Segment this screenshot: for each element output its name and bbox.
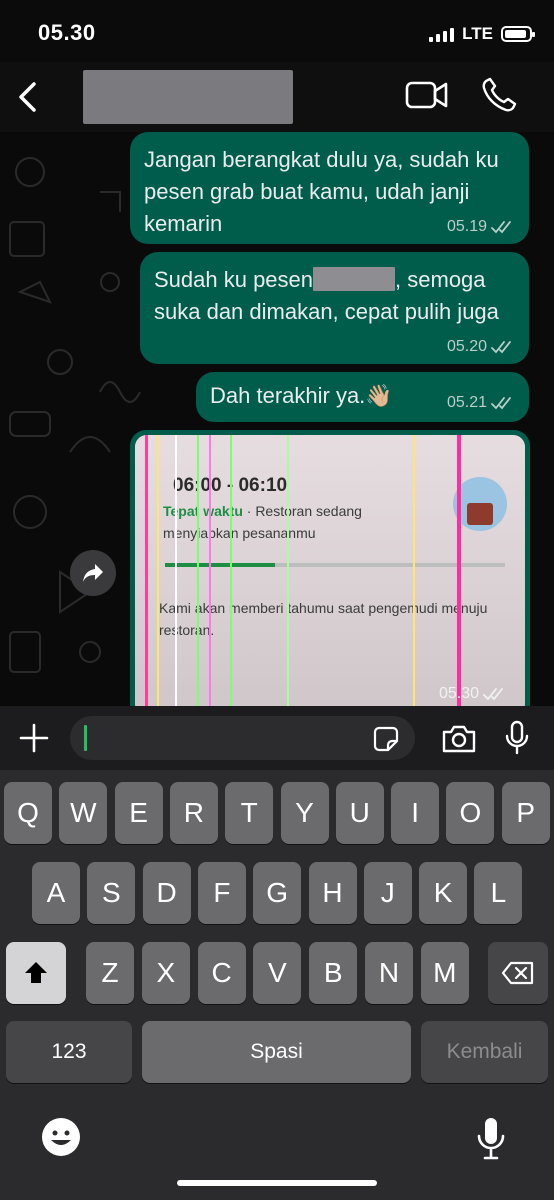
key-b[interactable]: B: [309, 942, 358, 1004]
double-check-icon: [491, 397, 511, 410]
message-text: Sudah ku pesen, semoga suka dan dimakan,…: [154, 267, 499, 324]
photo-attachment[interactable]: 06:00 - 06:10 Tepat waktu · Restoran sed…: [135, 435, 525, 706]
message-time: 05.20: [446, 338, 487, 355]
backspace-key[interactable]: [488, 942, 548, 1004]
message-bubble-outgoing[interactable]: Dah terakhir ya.👋🏼 05.21: [196, 372, 529, 422]
space-key[interactable]: Spasi: [142, 1021, 411, 1083]
network-label: LTE: [462, 24, 493, 43]
phone-icon[interactable]: [480, 76, 518, 114]
microphone-icon[interactable]: [476, 1116, 506, 1162]
text-cursor: [84, 725, 87, 751]
key-r[interactable]: R: [169, 782, 218, 844]
video-camera-icon[interactable]: [404, 78, 450, 112]
message-bubble-outgoing[interactable]: Jangan berangkat dulu ya, sudah ku pesen…: [130, 132, 529, 244]
key-j[interactable]: J: [363, 862, 412, 924]
shift-key[interactable]: [6, 942, 66, 1004]
key-t[interactable]: T: [225, 782, 274, 844]
key-p[interactable]: P: [501, 782, 550, 844]
message-time: 05.19: [446, 218, 487, 235]
key-n[interactable]: N: [365, 942, 413, 1004]
key-y[interactable]: Y: [280, 782, 329, 844]
battery-icon: [501, 26, 535, 42]
message-input[interactable]: [70, 716, 415, 760]
key-o[interactable]: O: [446, 782, 495, 844]
progress-track: [165, 563, 505, 567]
contact-name-redacted[interactable]: [83, 70, 293, 124]
plus-icon[interactable]: [16, 720, 52, 756]
double-check-icon: [483, 688, 503, 701]
signal-icon: [429, 26, 455, 42]
key-v[interactable]: V: [253, 942, 302, 1004]
key-k[interactable]: K: [419, 862, 468, 924]
message-time: 05.30: [438, 685, 479, 702]
chat-area[interactable]: Jangan berangkat dulu ya, sudah ku pesen…: [0, 132, 554, 706]
key-l[interactable]: L: [474, 862, 523, 924]
key-f[interactable]: F: [197, 862, 246, 924]
key-a[interactable]: A: [32, 862, 80, 924]
key-d[interactable]: D: [142, 862, 191, 924]
key-x[interactable]: X: [141, 942, 190, 1004]
key-g[interactable]: G: [253, 862, 302, 924]
double-check-icon: [491, 221, 511, 234]
message-time: 05.21: [446, 394, 487, 411]
status-time: 05.30: [38, 20, 96, 45]
return-key[interactable]: Kembali: [421, 1021, 548, 1083]
forward-arrow-icon[interactable]: [70, 550, 116, 596]
photo-status: Tepat waktu · Restoran sedang: [163, 503, 362, 519]
message-input-bar: [0, 706, 554, 770]
key-h[interactable]: H: [308, 862, 357, 924]
keyboard: 123 Spasi Kembali QWERTYUIOP ASDFGHJKL ZXC…: [0, 770, 554, 1200]
status-bar: 05.30 LTE: [0, 0, 554, 62]
numbers-key[interactable]: 123: [6, 1021, 132, 1083]
key-i[interactable]: I: [391, 782, 440, 844]
key-w[interactable]: W: [59, 782, 108, 844]
chevron-left-icon[interactable]: [10, 76, 50, 118]
key-q[interactable]: Q: [4, 782, 52, 844]
sticker-icon[interactable]: [373, 726, 399, 752]
key-u[interactable]: U: [335, 782, 384, 844]
photo-status-detail: menyiapkan pesananmu: [163, 525, 316, 541]
key-c[interactable]: C: [197, 942, 246, 1004]
key-e[interactable]: E: [114, 782, 163, 844]
camera-icon[interactable]: [441, 724, 477, 754]
double-check-icon: [491, 341, 511, 354]
key-s[interactable]: S: [87, 862, 136, 924]
microphone-icon[interactable]: [503, 720, 531, 756]
image-message-bubble[interactable]: 06:00 - 06:10 Tepat waktu · Restoran sed…: [130, 430, 530, 706]
message-bubble-outgoing[interactable]: Sudah ku pesen, semoga suka dan dimakan,…: [140, 252, 529, 364]
emoji-icon[interactable]: [40, 1116, 82, 1158]
key-z[interactable]: Z: [86, 942, 134, 1004]
key-m[interactable]: M: [420, 942, 469, 1004]
redacted-text: [313, 267, 396, 291]
home-indicator[interactable]: [177, 1180, 377, 1186]
restaurant-avatar: [453, 477, 507, 531]
chat-header: [0, 62, 554, 132]
